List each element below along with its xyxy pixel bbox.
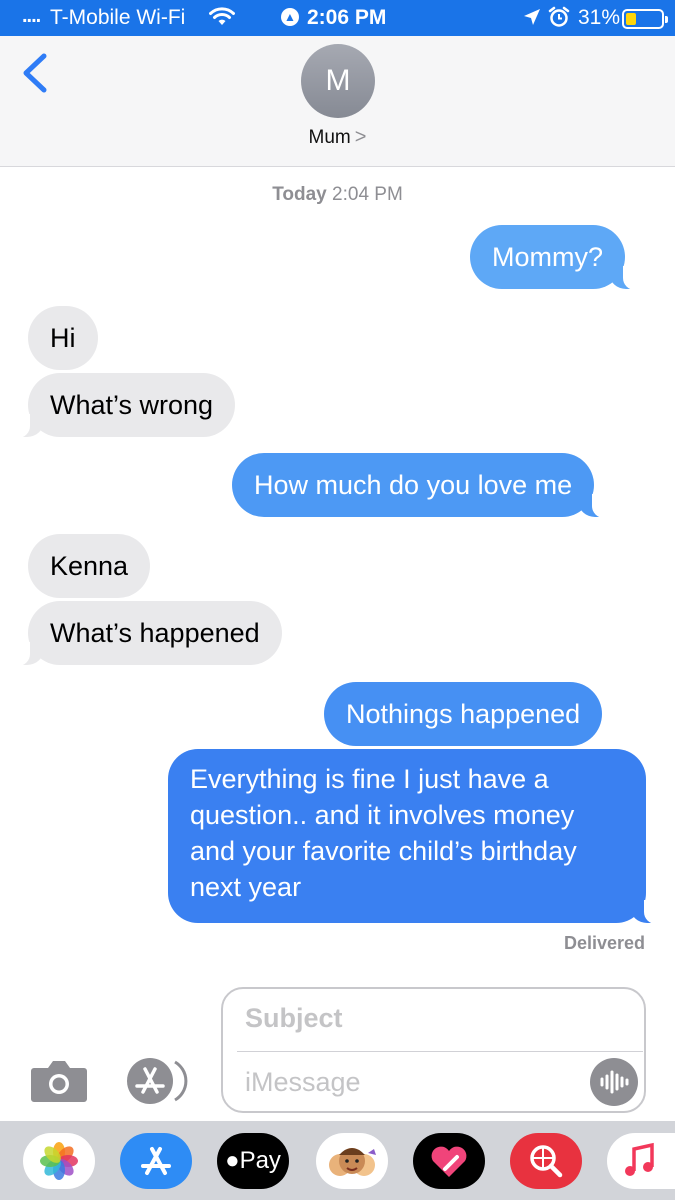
camera-button[interactable] (30, 1058, 88, 1104)
timestamp-time: 2:04 PM (332, 184, 403, 205)
web-search-icon (530, 1145, 563, 1178)
message-text: Nothings happened (346, 699, 581, 729)
screen-recording-icon: ▲ (281, 8, 299, 26)
received-message-bubble[interactable]: Hi (28, 306, 98, 370)
battery-percentage: 31% (578, 6, 621, 29)
memoji-icon (329, 1148, 376, 1176)
music-icon (625, 1142, 654, 1176)
wifi-icon (209, 7, 235, 33)
status-bar: .... T-Mobile Wi-Fi ▲ 2:06 PM 31% (0, 0, 675, 36)
received-message-bubble[interactable]: What’s happened (18, 601, 282, 666)
compose-divider (237, 1051, 643, 1052)
sent-message-bubble[interactable]: Everything is fine I just have a questio… (168, 749, 656, 924)
alarm-icon (548, 6, 570, 34)
carrier-label: T-Mobile Wi-Fi (50, 6, 186, 29)
sent-message-bubble[interactable]: Nothings happened (324, 682, 603, 746)
web-search-button[interactable] (510, 1133, 582, 1189)
message-text: What’s happened (50, 618, 260, 648)
app-store-icon (141, 1147, 171, 1175)
back-button[interactable] (18, 50, 52, 96)
message-text: Everything is fine I just have a questio… (190, 764, 577, 902)
app-store-icon (127, 1058, 188, 1104)
subject-input[interactable]: Subject (245, 1003, 343, 1034)
camera-icon (31, 1061, 87, 1102)
contact-name-button[interactable]: Mum > (0, 126, 675, 149)
location-arrow-icon (523, 8, 541, 32)
message-text: How much do you love me (254, 470, 573, 500)
contact-avatar[interactable]: M (301, 44, 375, 118)
conversation-header: M Mum > (0, 36, 675, 167)
message-text: Mommy? (492, 242, 604, 272)
clock: 2:06 PM (307, 6, 387, 29)
waveform-icon (600, 1070, 629, 1094)
apps-button[interactable] (125, 1056, 191, 1106)
digital-touch-icon (431, 1146, 467, 1177)
conversation-timestamp: Today 2:04 PM (0, 184, 675, 206)
signal-strength: .... (22, 5, 41, 27)
photos-app-button[interactable] (23, 1133, 95, 1189)
received-message-bubble[interactable]: What’s wrong (17, 373, 236, 438)
delivery-status: Delivered (563, 933, 645, 953)
message-text: Hi (50, 323, 76, 353)
received-message-bubble[interactable]: Kenna (28, 534, 151, 598)
sent-message-bubble[interactable]: How much do you love me (232, 453, 605, 518)
app-drawer: ●Pay (0, 1121, 675, 1200)
message-text: Kenna (50, 551, 129, 581)
battery-fill (626, 13, 636, 25)
memoji-button[interactable] (316, 1133, 388, 1189)
chevron-right-icon: > (354, 126, 367, 148)
battery-icon (622, 9, 668, 29)
timestamp-day: Today (272, 184, 327, 205)
app-store-button[interactable] (120, 1133, 192, 1189)
digital-touch-button[interactable] (413, 1133, 485, 1189)
battery-nub (665, 16, 668, 23)
music-button[interactable] (607, 1133, 675, 1189)
sent-message-bubble[interactable]: Mommy? (470, 225, 636, 290)
apple-pay-button[interactable]: ●Pay (217, 1133, 289, 1189)
contact-name: Mum (308, 127, 351, 148)
audio-message-button[interactable] (590, 1058, 638, 1106)
message-text: What’s wrong (50, 390, 214, 420)
imessage-input[interactable]: iMessage (245, 1067, 361, 1098)
chevron-left-icon (23, 53, 47, 93)
apple-pay-label: Pay (239, 1147, 281, 1174)
apple-logo-icon: ● (225, 1147, 240, 1174)
photos-icon (40, 1142, 78, 1180)
message-compose-box[interactable]: Subject iMessage (221, 987, 646, 1113)
